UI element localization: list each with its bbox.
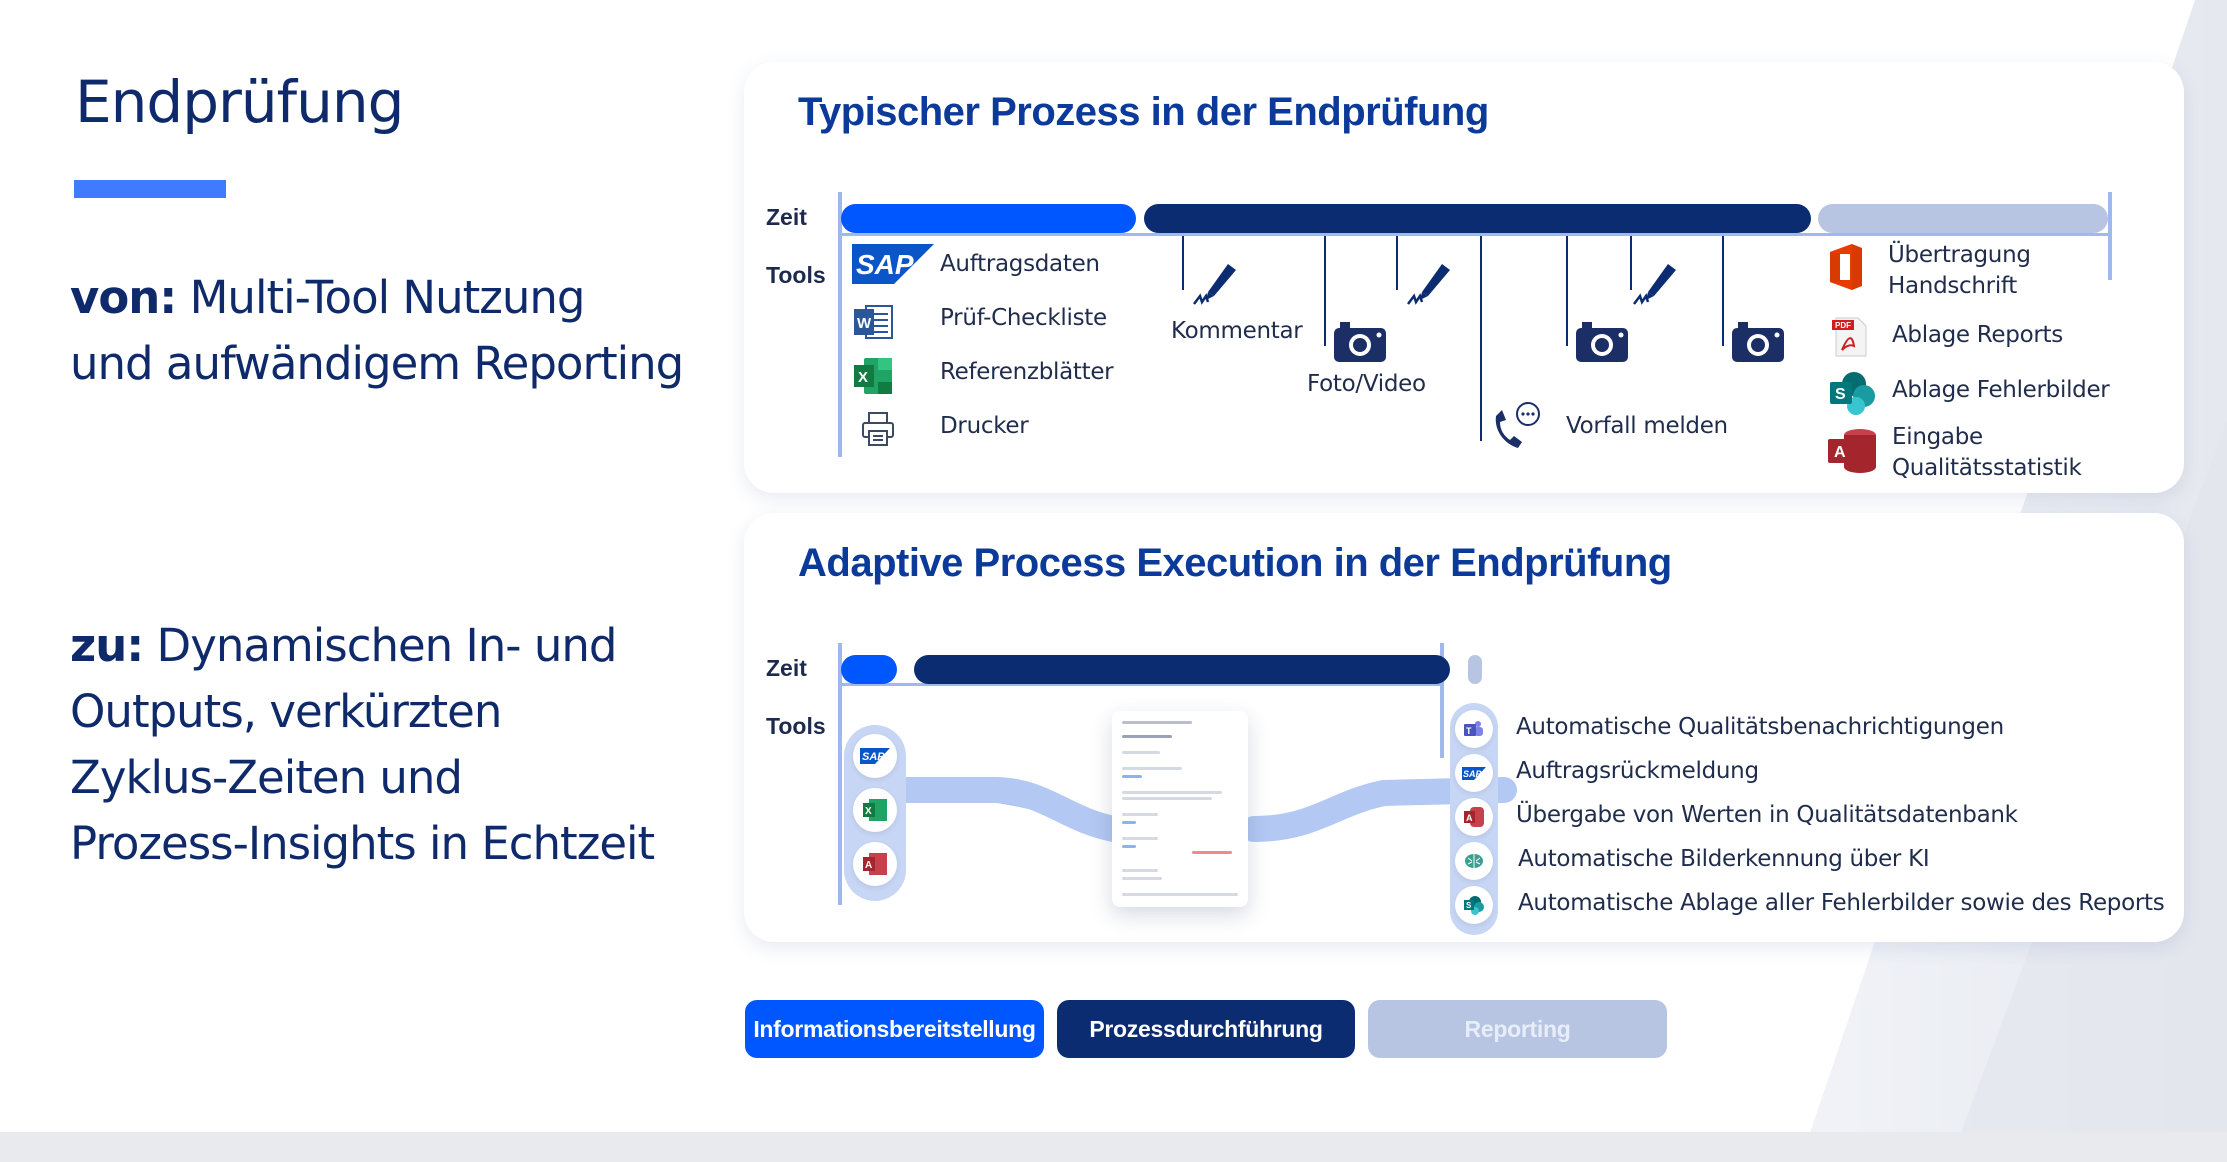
output-label: Übergabe von Werten in Qualitätsdatenban… <box>1516 802 2018 828</box>
camera-icon <box>1576 320 1628 367</box>
app-preview-tablet <box>1112 711 1248 907</box>
axis-start-line <box>838 192 842 457</box>
phase-button-info[interactable]: Informationsbereitstellung <box>745 1000 1044 1058</box>
timeline-bar-reporting <box>1468 655 1482 684</box>
access-icon: A <box>1455 798 1493 836</box>
report-tool-label: Eingabe Qualitätsstatistik <box>1892 424 2082 481</box>
printer-icon <box>860 411 896 452</box>
sharepoint-icon: S <box>1830 370 1876 421</box>
tool-label: Auftragsdaten <box>940 251 1100 277</box>
event-tick <box>1480 236 1482 441</box>
time-axis <box>838 233 2110 236</box>
event-label: Foto/Video <box>1307 371 1426 397</box>
svg-text:X: X <box>858 369 868 386</box>
axis-end-line <box>2108 192 2112 280</box>
event-tick <box>1396 236 1398 290</box>
pdf-icon: PDF <box>1830 316 1868 363</box>
title-accent-bar <box>74 180 226 198</box>
event-tick <box>1722 236 1724 346</box>
camera-icon <box>1334 320 1386 367</box>
report-tool-label: Ablage Fehlerbilder <box>1892 377 2110 403</box>
output-label: Automatische Ablage aller Fehlerbilder s… <box>1518 890 2165 916</box>
signature-pen-icon <box>1192 262 1242 313</box>
excel-icon: X <box>853 788 897 832</box>
report-tool-label: Ablage Reports <box>1892 322 2063 348</box>
output-label: Automatische Bilderkennung über KI <box>1518 846 1930 872</box>
event-tick <box>1182 236 1184 290</box>
svg-text:S: S <box>1835 386 1846 403</box>
svg-text:SAP: SAP <box>862 751 885 763</box>
office-icon <box>1826 242 1866 297</box>
event-label: Vorfall melden <box>1566 413 1728 439</box>
timeline-bar-info <box>841 204 1136 233</box>
svg-text:A: A <box>1834 444 1846 461</box>
report-tool-label: Übertragung Handschrift <box>1888 242 2031 299</box>
timeline-bar-reporting <box>1818 204 2108 233</box>
typical-process-card: Typischer Prozess in der Endprüfung Zeit… <box>744 62 2184 493</box>
access-icon: A <box>853 842 897 886</box>
from-line: und aufwändigem Reporting <box>70 337 684 390</box>
event-tick <box>1566 236 1568 346</box>
adaptive-process-card: Adaptive Process Execution in der Endprü… <box>744 513 2184 942</box>
page-title: Endprüfung <box>75 68 404 136</box>
output-label: Automatische Qualitätsbenachrichtigungen <box>1516 714 2004 740</box>
event-tick <box>1324 236 1326 346</box>
tool-label: Referenzblätter <box>940 359 1114 385</box>
to-line: Outputs, verkürzten <box>70 685 502 738</box>
row-label-time: Zeit <box>766 655 807 681</box>
sap-icon: SAP <box>853 734 897 778</box>
access-icon: A <box>1828 427 1878 480</box>
excel-icon: X <box>854 358 894 399</box>
timeline-bar-info <box>841 655 897 684</box>
footer-strip <box>0 1132 2227 1162</box>
event-label: Kommentar <box>1171 318 1303 344</box>
svg-text:SAP: SAP <box>1463 769 1483 779</box>
tool-label: Prüf-Checkliste <box>940 305 1107 331</box>
from-statement: von: Multi-Tool Nutzung und aufwändigem … <box>70 265 684 397</box>
to-label: zu: <box>70 619 144 672</box>
tool-label: Drucker <box>940 413 1029 439</box>
card-title: Typischer Prozess in der Endprüfung <box>798 90 1489 134</box>
svg-text:SAP: SAP <box>856 249 914 280</box>
phase-button-process[interactable]: Prozessdurchführung <box>1057 1000 1355 1058</box>
row-label-tools: Tools <box>766 262 826 288</box>
sap-icon: SAP <box>852 244 934 289</box>
phase-button-reporting[interactable]: Reporting <box>1368 1000 1667 1058</box>
output-label: Auftragsrückmeldung <box>1516 758 1759 784</box>
row-label-tools: Tools <box>766 713 826 739</box>
from-line: Multi-Tool Nutzung <box>189 271 586 324</box>
svg-text:T: T <box>1466 726 1472 736</box>
to-line: Dynamischen In- und <box>156 619 618 672</box>
word-icon: W <box>854 304 896 345</box>
svg-text:A: A <box>865 860 872 871</box>
timeline-bar-process <box>914 655 1450 684</box>
sap-icon: SAP <box>1455 754 1493 792</box>
ai-brain-icon <box>1455 842 1493 880</box>
teams-icon: T <box>1455 710 1493 748</box>
svg-text:S: S <box>1466 901 1472 910</box>
to-line: Prozess-Insights in Echtzeit <box>70 817 655 870</box>
svg-text:X: X <box>865 806 872 817</box>
svg-text:PDF: PDF <box>1835 321 1851 330</box>
signature-pen-icon <box>1406 262 1456 313</box>
camera-icon <box>1732 320 1784 367</box>
card-title: Adaptive Process Execution in der Endprü… <box>798 541 1672 585</box>
phone-chat-icon <box>1490 402 1542 455</box>
from-label: von: <box>70 271 177 324</box>
row-label-time: Zeit <box>766 204 807 230</box>
timeline-bar-process <box>1144 204 1811 233</box>
svg-text:W: W <box>857 315 872 332</box>
svg-text:A: A <box>1466 813 1473 823</box>
sharepoint-icon: S <box>1455 886 1493 924</box>
to-line: Zyklus-Zeiten und <box>70 751 463 804</box>
signature-pen-icon <box>1632 262 1682 313</box>
to-statement: zu: Dynamischen In- und Outputs, verkürz… <box>70 613 655 877</box>
